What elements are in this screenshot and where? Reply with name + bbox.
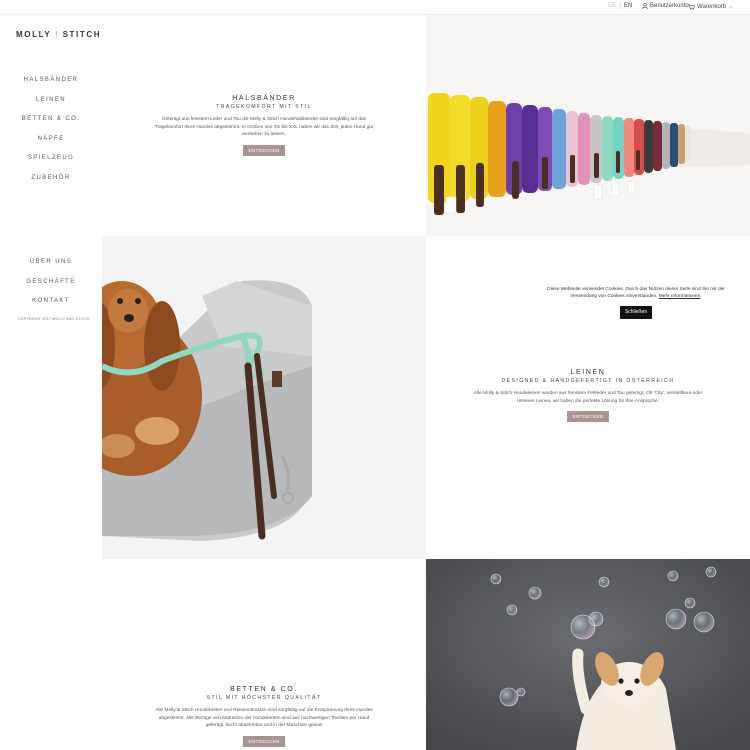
lang-en-link[interactable]: EN [624, 3, 632, 9]
collars-title: HALSBÄNDER [232, 95, 296, 102]
beds-title: BETTEN & CO. [230, 686, 298, 693]
leashes-text-block: LEINEN DESIGNED & HANDGEFERTIGT IN ÖSTER… [426, 369, 750, 423]
logo-divider: | [51, 30, 63, 39]
nav-item-leashes[interactable]: LEINEN [0, 91, 102, 111]
cookie-notice: Diese Webseite verwendet Cookies. Durch … [536, 286, 736, 319]
nav-item-stores[interactable]: GESCHÄFTE [0, 273, 102, 293]
sidebar: MOLLY | STITCH HALSBÄNDER LEINEN BETTEN … [0, 15, 102, 750]
lang-separator: | [619, 3, 621, 9]
collars-text-block: HALSBÄNDER TRAGEKOMFORT MIT STIL Geferti… [102, 95, 426, 157]
nav-item-accessories[interactable]: ZUBEHÖR [0, 169, 102, 189]
logo[interactable]: MOLLY | STITCH [16, 30, 101, 39]
account-label: Benutzerkonto [650, 3, 689, 9]
beds-section: BETTEN & CO. STIL MIT HÖCHSTER QUALITÄT … [102, 559, 426, 750]
collars-photo-graphic [426, 15, 750, 236]
cart-label: Warenkorb [697, 3, 727, 10]
beds-text-block: BETTEN & CO. STIL MIT HÖCHSTER QUALITÄT … [102, 686, 426, 748]
cart-icon [688, 3, 695, 10]
bubbles-photo-graphic [426, 559, 750, 750]
beds-description: Alle Molly & Stitch Hundebetten und Reis… [155, 708, 373, 729]
logo-part-2: STITCH [62, 30, 102, 39]
nav-item-about[interactable]: ÜBER UNS [0, 253, 102, 273]
collars-section: HALSBÄNDER TRAGEKOMFORT MIT STIL Geferti… [102, 15, 426, 236]
chevron-down-icon: ⌄ [728, 4, 734, 10]
beds-discover-button[interactable]: ENTDECKEN [243, 735, 285, 747]
cookie-close-button[interactable]: Schließen [619, 306, 653, 319]
lang-de-link[interactable]: DE [608, 3, 616, 9]
logo-part-1: MOLLY [16, 30, 52, 39]
leashes-subtitle: DESIGNED & HANDGEFERTIGT IN ÖSTERREICH [501, 378, 675, 384]
leashes-section: Diese Webseite verwendet Cookies. Durch … [426, 236, 750, 559]
dog-bed-photo[interactable] [102, 236, 426, 559]
top-bar: DE | EN Benutzerkonto Warenkorb ⌄ [0, 0, 750, 15]
leashes-discover-button[interactable]: ENTDECKEN [567, 411, 609, 423]
dog-bed-photo-graphic [102, 236, 426, 559]
nav-item-contact[interactable]: KONTAKT [0, 292, 102, 312]
bubbles-photo[interactable] [426, 559, 750, 750]
secondary-nav: ÜBER UNS GESCHÄFTE KONTAKT [0, 253, 102, 312]
copyright: COPYRIGHT 2017 MOLLY AND STITCH [18, 317, 90, 321]
beds-subtitle: STIL MIT HÖCHSTER QUALITÄT [206, 695, 322, 701]
leashes-title: LEINEN [570, 369, 606, 376]
nav-item-collars[interactable]: HALSBÄNDER [0, 71, 102, 91]
primary-nav: HALSBÄNDER LEINEN BETTEN & CO. NÄPFE SPI… [0, 71, 102, 189]
nav-item-toys[interactable]: SPIELZEUG [0, 149, 102, 169]
user-icon [642, 3, 648, 9]
collars-discover-button[interactable]: ENTDECKEN [243, 144, 285, 156]
collars-description: Gefertigt aus feinstem Leder und Tau die… [154, 117, 374, 138]
collars-photo[interactable] [426, 15, 750, 236]
account-link[interactable]: Benutzerkonto [642, 3, 689, 9]
cookie-more-info-link[interactable]: Mehr Informationen [659, 294, 701, 299]
nav-item-beds[interactable]: BETTEN & CO. [0, 110, 102, 130]
nav-item-bowls[interactable]: NÄPFE [0, 130, 102, 150]
collars-subtitle: TRAGEKOMFORT MIT STIL [216, 104, 312, 110]
leashes-description: Alle Molly & Stitch Hundeleinen werden a… [473, 391, 703, 404]
cart-link[interactable]: Warenkorb ⌄ [688, 3, 733, 10]
language-switcher: DE | EN [608, 3, 632, 9]
